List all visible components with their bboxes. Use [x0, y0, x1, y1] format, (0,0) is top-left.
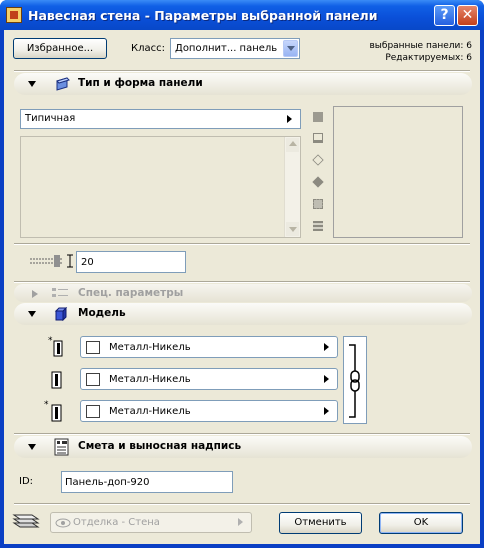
panel-type-icon	[56, 77, 70, 91]
material-name: Металл-Никель	[109, 406, 191, 417]
ok-button-label: OK	[413, 517, 429, 528]
striped-panel-icon[interactable]	[313, 221, 323, 231]
frame-back-icon: *	[44, 400, 62, 422]
model-cube-icon	[54, 307, 68, 321]
help-button[interactable]: ?	[434, 5, 455, 26]
class-select-value: Дополнит... панель	[175, 43, 278, 54]
scroll-down-icon[interactable]	[286, 222, 299, 236]
material-swatch	[86, 373, 100, 386]
dialog-window: Навесная стена - Параметры выбранной пан…	[0, 0, 484, 548]
thickness-input[interactable]: 20	[76, 251, 186, 273]
section-model-title: Модель	[78, 307, 126, 319]
section-type-header[interactable]: Тип и форма панели	[14, 73, 472, 95]
dialog-body: Избранное... Класс: Дополнит... панель в…	[4, 30, 480, 544]
section-model-header[interactable]: Модель	[14, 303, 472, 325]
layer-value: Отделка - Стена	[73, 517, 160, 528]
material-swatch	[86, 341, 100, 354]
id-value: Панель-доп-920	[65, 477, 150, 488]
link-materials-toggle[interactable]	[343, 336, 367, 424]
svg-text:*: *	[48, 336, 53, 346]
chevron-right-icon	[324, 407, 333, 415]
window-title: Навесная стена - Параметры выбранной пан…	[28, 8, 378, 23]
cancel-button[interactable]: Отменить	[279, 512, 362, 534]
chevron-right-icon	[324, 375, 333, 383]
svg-text:*: *	[44, 400, 49, 410]
thickness-value: 20	[81, 257, 94, 268]
material-select-front[interactable]: Металл-Никель	[80, 336, 338, 358]
chevron-right-icon	[238, 518, 247, 526]
frame-middle-icon	[51, 371, 62, 389]
chain-link-icon	[349, 344, 360, 418]
listing-table-icon	[54, 438, 69, 456]
app-icon	[6, 7, 22, 23]
panel-frame-icon[interactable]	[313, 133, 323, 143]
section-type-title: Тип и форма панели	[78, 77, 203, 89]
chevron-down-icon	[283, 40, 298, 57]
cube-outline-icon[interactable]	[312, 154, 324, 166]
scroll-up-icon[interactable]	[286, 138, 299, 152]
section-special-title: Спец. параметры	[78, 287, 184, 299]
selected-panels-count: выбранные панели: 6	[369, 41, 472, 51]
id-input[interactable]: Панель-доп-920	[61, 471, 233, 493]
params-list-icon	[52, 288, 68, 297]
collapse-triangle-icon	[28, 81, 36, 91]
square-icon[interactable]	[313, 112, 323, 122]
section-listing-title: Смета и выносная надпись	[78, 440, 242, 452]
expand-triangle-icon	[32, 290, 42, 298]
collapse-triangle-icon	[28, 444, 36, 454]
class-select[interactable]: Дополнит... панель	[170, 38, 300, 59]
material-name: Металл-Никель	[109, 342, 191, 353]
material-name: Металл-Никель	[109, 374, 191, 385]
panel-type-list[interactable]	[20, 136, 301, 238]
title-bar: Навесная стена - Параметры выбранной пан…	[0, 0, 484, 30]
material-swatch	[86, 405, 100, 418]
panel-thickness-icon	[30, 254, 73, 268]
chevron-right-icon	[287, 115, 296, 123]
material-select-middle[interactable]: Металл-Никель	[80, 368, 338, 390]
chevron-right-icon	[324, 343, 333, 351]
ok-button[interactable]: OK	[379, 512, 463, 534]
class-label: Класс:	[131, 43, 165, 54]
favorites-button-label: Избранное...	[26, 43, 94, 54]
material-select-back[interactable]: Металл-Никель	[80, 400, 338, 422]
list-scrollbar[interactable]	[284, 137, 300, 237]
panel-type-value: Типичная	[25, 113, 76, 124]
layer-select[interactable]: Отделка - Стена	[50, 512, 252, 533]
id-label: ID:	[19, 476, 34, 487]
layers-icon	[12, 514, 40, 528]
panel-type-select[interactable]: Типичная	[20, 109, 301, 129]
favorites-button[interactable]: Избранное...	[13, 38, 107, 59]
cube-solid-icon[interactable]	[312, 176, 324, 188]
close-button[interactable]: ✕	[457, 5, 478, 26]
eye-icon	[55, 518, 71, 528]
preview-pane	[333, 106, 463, 238]
grid-frame-icon[interactable]	[313, 199, 323, 209]
cancel-button-label: Отменить	[294, 517, 347, 528]
section-listing-header[interactable]: Смета и выносная надпись	[14, 436, 472, 458]
editable-count: Редактируемых: 6	[385, 53, 472, 63]
frame-front-icon: *	[48, 336, 63, 357]
section-special-header[interactable]: Спец. параметры	[14, 284, 472, 302]
collapse-triangle-icon	[28, 311, 36, 321]
